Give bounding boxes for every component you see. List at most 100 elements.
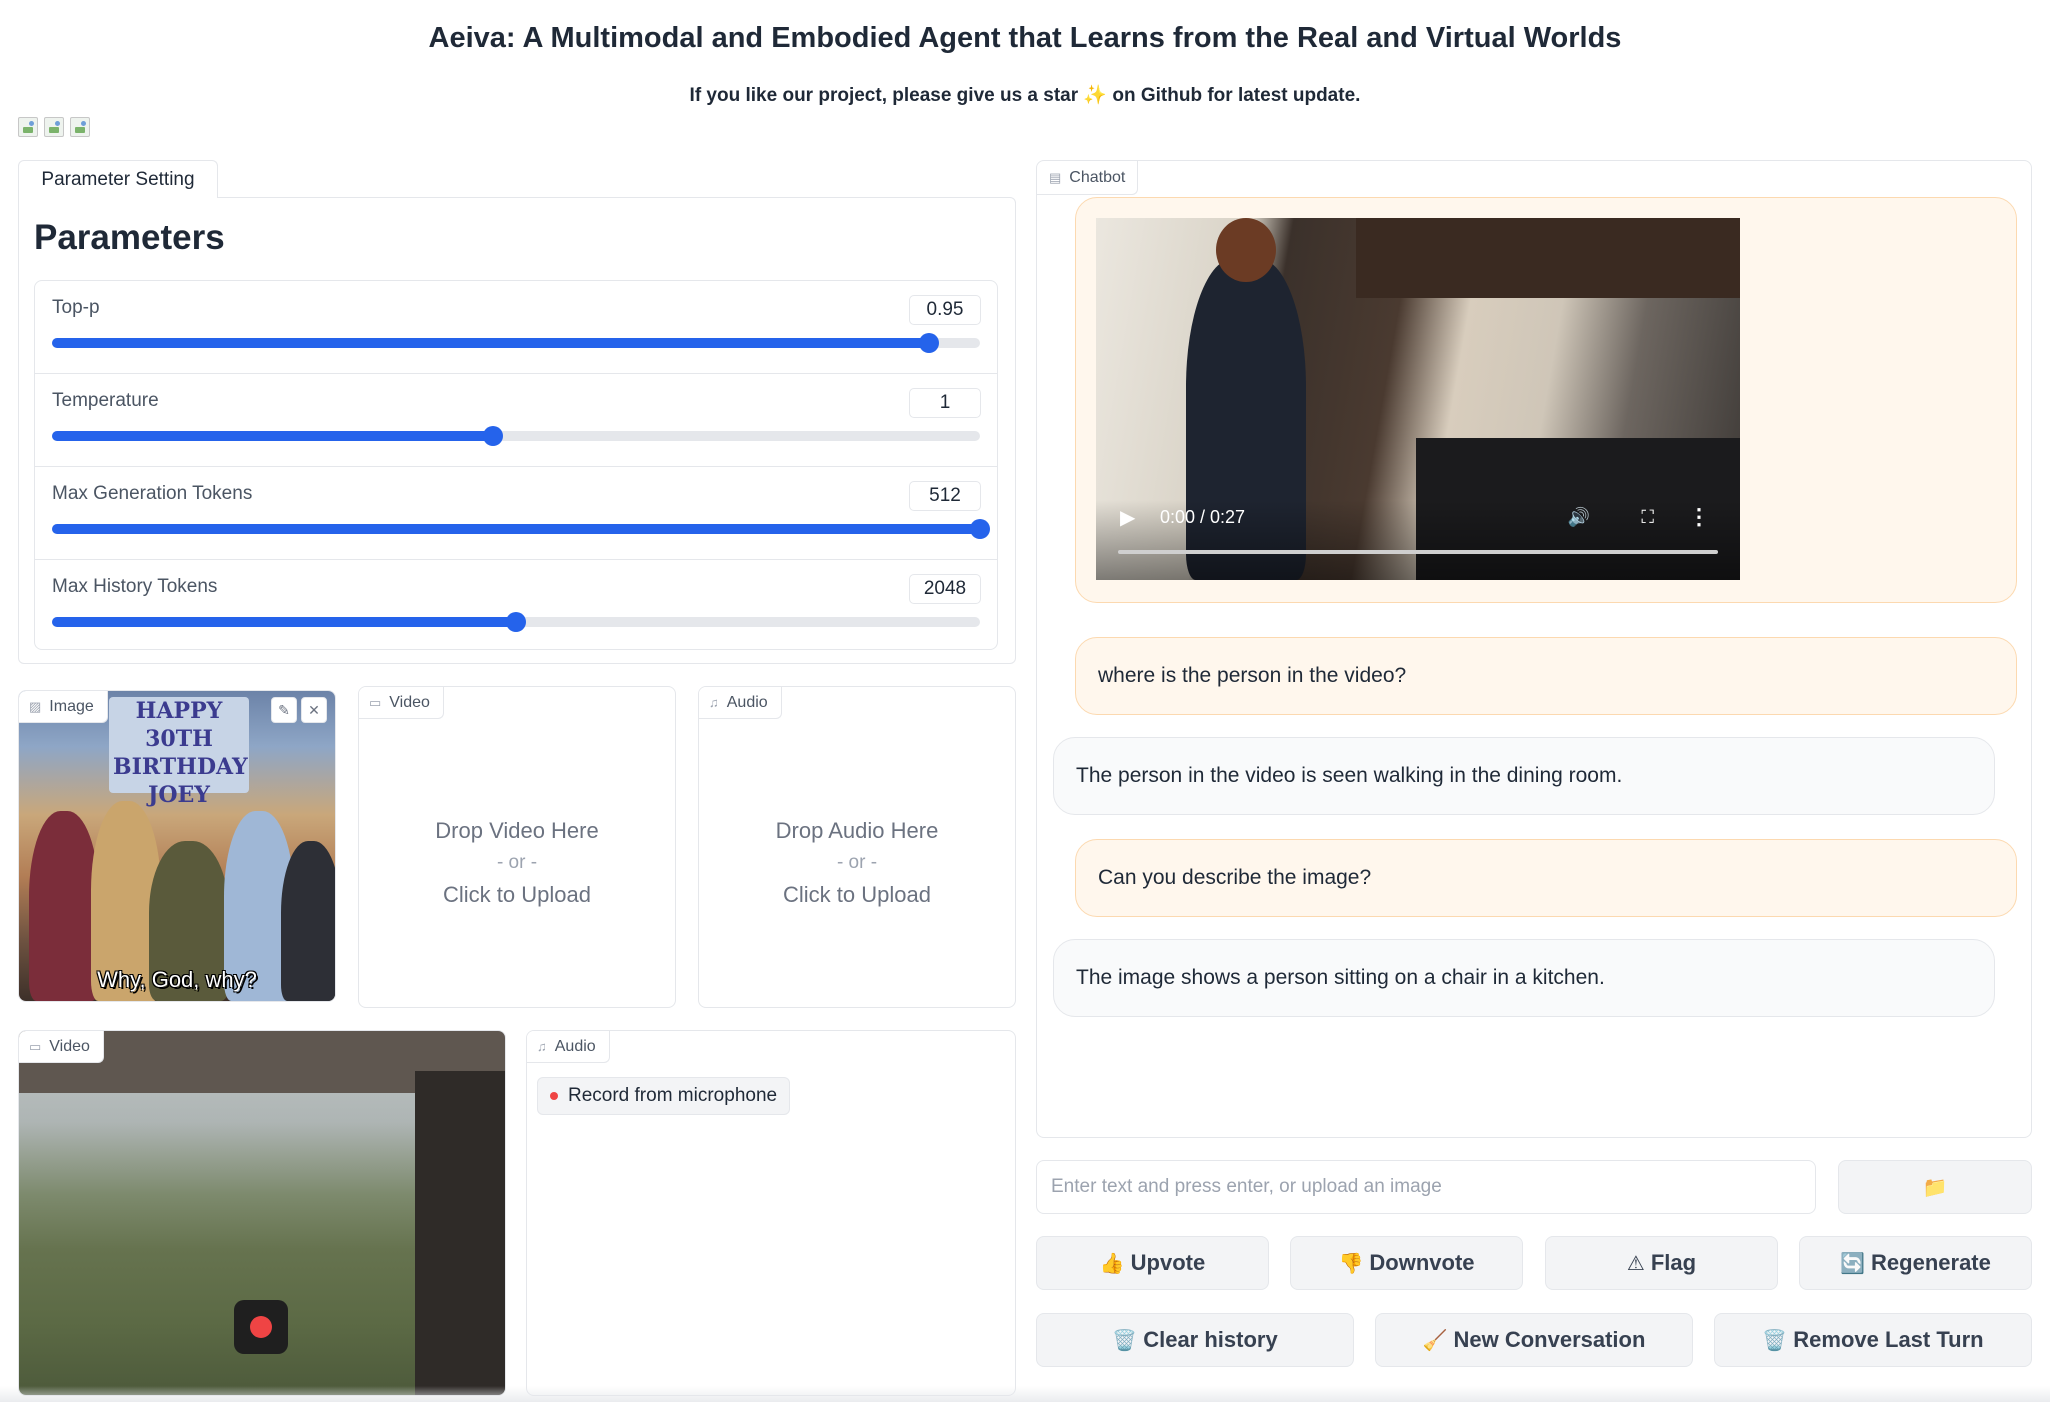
slider-max-generation-tokens: Max Generation Tokens 512 [35,467,997,560]
chat-input[interactable]: Enter text and press enter, or upload an… [1036,1160,1816,1214]
clear-history-label: Clear history [1143,1327,1278,1352]
play-icon[interactable]: ▶ [1120,505,1135,530]
tab-parameter-setting[interactable]: Parameter Setting [18,160,218,198]
record-label: Record from microphone [568,1085,778,1106]
slider-label: Max History Tokens [52,576,218,597]
folder-icon: 📁 [1922,1176,1948,1199]
volume-icon[interactable]: 🔊 [1568,507,1590,528]
slider-thumb[interactable] [918,333,939,353]
audio-label: Audio [726,693,768,711]
slider-thumb[interactable] [482,426,503,446]
image-upload[interactable]: HAPPY 30TH BIRTHDAY JOEY ▨ Image ✎ ✕ Why,… [18,690,336,1002]
webcam-card-label: ▭ Video [19,1031,104,1063]
record-from-microphone-button[interactable]: Record from microphone [537,1077,791,1115]
broken-image-icon[interactable] [70,117,90,137]
broom-icon: 🧹 [1422,1329,1448,1352]
page-subtitle: If you like our project, please give us … [0,83,2050,107]
video-icon: ▭ [369,694,382,710]
video-card-label: ▭ Video [359,687,444,719]
parameter-panel: Parameters Top-p 0.95 Temperature 1 Max … [18,197,1016,664]
slider-value-input[interactable]: 0.95 [909,295,981,325]
bot-message: The person in the video is seen walking … [1053,737,1995,815]
remove-last-turn-button[interactable]: 🗑️ Remove Last Turn [1714,1313,2032,1367]
slider-value-input[interactable]: 1 [909,388,981,418]
chatbot-panel: ▤ Chatbot ▶ 0:00 / 0:27 🔊 ⛶ ⋮ where is th… [1036,160,2032,1138]
music-note-icon: ♫ [709,695,719,710]
video-upload[interactable]: ▭ Video Drop Video Here - or - Click to U… [358,686,676,1008]
chatbot-label: ▤ Chatbot [1037,161,1139,195]
pencil-icon[interactable]: ✎ [271,697,297,723]
upvote-label: Upvote [1130,1250,1206,1275]
slider-track[interactable] [52,612,980,632]
upvote-button[interactable]: 👍 Upvote [1036,1236,1269,1290]
webcam-video[interactable]: ▭ Video [18,1030,506,1396]
trash-icon: 🗑️ [1112,1329,1138,1352]
video-controls: ▶ 0:00 / 0:27 🔊 ⛶ ⋮ [1096,500,1740,580]
refresh-icon: 🔄 [1840,1252,1866,1275]
parameters-heading: Parameters [34,218,225,257]
slider-fill [52,431,493,441]
video-progress-bar[interactable] [1118,550,1718,554]
user-message: where is the person in the video? [1075,637,2017,715]
upload-button[interactable]: 📁 [1838,1160,2032,1214]
uploaded-image: HAPPY 30TH BIRTHDAY JOEY [19,691,335,1001]
drop-or-text: - or - [496,852,538,873]
slider-label: Temperature [52,390,159,411]
trash-icon: 🗑️ [1762,1329,1788,1352]
record-icon [250,1316,272,1338]
slider-group: Top-p 0.95 Temperature 1 Max Generation … [34,280,998,650]
audio-card-label: ♫ Audio [699,687,782,719]
slider-track[interactable] [52,519,990,539]
slider-label: Top-p [52,297,100,318]
image-icon: ▨ [29,698,42,714]
image-subtitle: Why, God, why? [97,967,257,992]
click-upload-text: Click to Upload [783,882,931,907]
downvote-button[interactable]: 👎 Downvote [1290,1236,1523,1290]
slider-fill [52,524,980,534]
close-icon[interactable]: ✕ [301,697,327,723]
video-label: Video [389,693,430,711]
clear-history-button[interactable]: 🗑️ Clear history [1036,1313,1354,1367]
webcam-label: Video [49,1037,90,1055]
subtitle-text-end: on Github for latest update. [1112,85,1361,106]
badge-row [18,117,90,137]
slider-value-input[interactable]: 512 [909,481,981,511]
music-note-icon: ♫ [537,1039,547,1054]
audio-upload[interactable]: ♫ Audio Drop Audio Here - or - Click to U… [698,686,1016,1008]
fullscreen-icon[interactable]: ⛶ [1641,507,1654,528]
remove-last-turn-label: Remove Last Turn [1793,1327,1984,1352]
image-card-label: ▨ Image [19,691,108,723]
slider-value-input[interactable]: 2048 [909,574,981,604]
video-time: 0:00 / 0:27 [1160,507,1246,527]
image-label: Image [49,697,94,715]
video-person-head [1216,218,1276,282]
broken-image-icon[interactable] [18,117,38,137]
video-icon: ▭ [29,1038,42,1054]
drop-or-text: - or - [836,852,878,873]
user-message: Can you describe the image? [1075,839,2017,917]
page-bottom-fade [0,1386,2050,1402]
flag-button[interactable]: ⚠ Flag [1545,1236,1778,1290]
click-upload-text: Click to Upload [443,882,591,907]
banner-text: HAPPY 30TH BIRTHDAY JOEY [113,698,248,808]
window-frame [415,1071,505,1395]
broken-image-icon[interactable] [44,117,64,137]
thumbs-down-icon: 👎 [1338,1252,1364,1275]
video-cabinet [1356,218,1740,298]
slider-max-history-tokens: Max History Tokens 2048 [35,560,997,653]
record-button[interactable] [234,1300,288,1354]
more-options-icon[interactable]: ⋮ [1688,504,1710,530]
chatbot-label-text: Chatbot [1069,168,1126,186]
video-player[interactable]: ▶ 0:00 / 0:27 🔊 ⛶ ⋮ [1096,218,1740,580]
slider-thumb[interactable] [506,612,526,632]
slider-top-p: Top-p 0.95 [35,281,997,374]
star-icon: ✨ [1083,85,1108,106]
slider-track[interactable] [52,333,980,353]
slider-thumb[interactable] [970,519,990,539]
regenerate-button[interactable]: 🔄 Regenerate [1799,1236,2032,1290]
new-conversation-label: New Conversation [1453,1327,1646,1352]
slider-track[interactable] [52,426,980,446]
page-title: Aeiva: A Multimodal and Embodied Agent t… [428,22,1622,54]
mic-card-label: ♫ Audio [527,1031,610,1063]
new-conversation-button[interactable]: 🧹 New Conversation [1375,1313,1693,1367]
